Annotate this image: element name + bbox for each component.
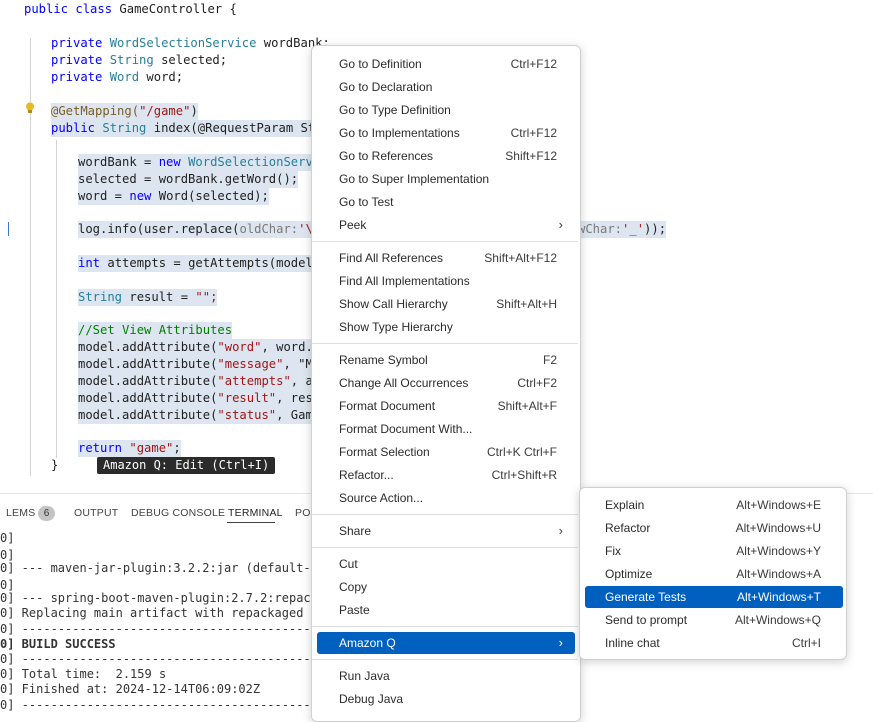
tab-debug-console[interactable]: DEBUG CONSOLE [131, 507, 225, 519]
chevron-right-icon: › [558, 217, 563, 232]
menu-item-find-all-references[interactable]: Find All References Shift+Alt+F12 [317, 247, 575, 269]
submenu-item-fix[interactable]: Fix Alt+Windows+Y [585, 540, 843, 562]
problems-count-badge: 6 [38, 506, 55, 521]
menu-item-change-all-occurrences[interactable]: Change All Occurrences Ctrl+F2 [317, 372, 575, 394]
menu-item-go-to-super-implementation[interactable]: Go to Super Implementation [317, 168, 575, 190]
code-line: model.addAttribute("word", word.ge [78, 339, 328, 356]
menu-item-debug-java[interactable]: Debug Java [317, 688, 575, 710]
menu-item-go-to-implementations[interactable]: Go to Implementations Ctrl+F12 [317, 122, 575, 144]
terminal-line: 0] Replacing main artifact with repackag… [0, 606, 355, 620]
menu-item-format-selection[interactable]: Format Selection Ctrl+K Ctrl+F [317, 441, 575, 463]
menu-item-run-java[interactable]: Run Java [317, 665, 575, 687]
menu-separator [312, 343, 578, 344]
menu-separator [312, 659, 578, 660]
submenu-item-refactor[interactable]: Refactor Alt+Windows+U [585, 517, 843, 539]
terminal-line: 0] [0, 531, 15, 545]
menu-item-format-document-with[interactable]: Format Document With... [317, 418, 575, 440]
code-line: wordBank = new WordSelectionServic [78, 154, 328, 171]
menu-item-share[interactable]: Share › [317, 520, 575, 542]
submenu-item-explain[interactable]: Explain Alt+Windows+E [585, 494, 843, 516]
menu-item-go-to-definition[interactable]: Go to Definition Ctrl+F12 [317, 53, 575, 75]
menu-separator [312, 241, 578, 242]
terminal-line: 0] -------------------------------------… [0, 698, 362, 712]
code-line: return "game"; [78, 440, 181, 457]
menu-item-copy[interactable]: Copy [317, 576, 575, 598]
menu-item-amazon-q[interactable]: Amazon Q › [317, 632, 575, 654]
code-line: model.addAttribute("attempts", att [78, 373, 328, 390]
code-line-tail: wChar:'_')); [578, 221, 667, 238]
code-line: private Word word; [51, 70, 184, 84]
tab-output[interactable]: OUTPUT [74, 507, 118, 519]
code-line: model.addAttribute("message", "Mak [78, 356, 328, 373]
menu-item-source-action[interactable]: Source Action... [317, 487, 575, 509]
submenu-item-optimize[interactable]: Optimize Alt+Windows+A [585, 563, 843, 585]
indent-guide [56, 140, 57, 458]
code-line: model.addAttribute("result", resul [78, 390, 328, 407]
code-line: model.addAttribute("status", GameS [78, 407, 328, 424]
menu-item-rename-symbol[interactable]: Rename Symbol F2 [317, 349, 575, 371]
menu-item-refactor[interactable]: Refactor... Ctrl+Shift+R [317, 464, 575, 486]
submenu-item-inline-chat[interactable]: Inline chat Ctrl+I [585, 632, 843, 654]
submenu-item-generate-tests[interactable]: Generate Tests Alt+Windows+T [585, 586, 843, 608]
menu-item-go-to-test[interactable]: Go to Test [317, 191, 575, 213]
chevron-right-icon: › [558, 523, 563, 538]
menu-item-go-to-declaration[interactable]: Go to Declaration [317, 76, 575, 98]
menu-separator [312, 626, 578, 627]
editor-context-menu: Go to Definition Ctrl+F12 Go to Declarati… [311, 45, 581, 722]
code-line: private WordSelectionService wordBank; [51, 36, 330, 50]
menu-item-show-type-hierarchy[interactable]: Show Type Hierarchy [317, 316, 575, 338]
submenu-item-send-to-prompt[interactable]: Send to prompt Alt+Windows+Q [585, 609, 843, 631]
terminal-line: 0] Finished at: 2024-12-14T06:09:02Z [0, 682, 261, 696]
menu-item-go-to-type-definition[interactable]: Go to Type Definition [317, 99, 575, 121]
code-line: private String selected; [51, 53, 228, 67]
tab-problems[interactable]: LEMS [6, 507, 35, 519]
code-line: int attempts = getAttempts(model); [78, 255, 328, 272]
code-line: public class GameController { [24, 2, 237, 16]
change-marker [8, 222, 9, 236]
menu-item-show-call-hierarchy[interactable]: Show Call Hierarchy Shift+Alt+H [317, 293, 575, 315]
chevron-right-icon: › [558, 635, 563, 650]
amazon-q-edit-hint[interactable]: Amazon Q: Edit (Ctrl+I) [97, 457, 276, 474]
code-line: word = new Word(selected); [78, 188, 269, 205]
code-line: log.info(user.replace(oldChar:'\n' [78, 221, 313, 238]
active-tab-indicator [227, 522, 275, 523]
code-line: String result = ""; [78, 289, 218, 306]
menu-item-paste[interactable]: Paste [317, 599, 575, 621]
lightbulb-icon[interactable] [25, 102, 35, 114]
menu-item-cut[interactable]: Cut [317, 553, 575, 575]
menu-item-find-all-implementations[interactable]: Find All Implementations [317, 270, 575, 292]
code-line: selected = wordBank.getWord(); [78, 171, 299, 188]
tab-terminal[interactable]: TERMINAL [228, 507, 283, 519]
menu-separator [312, 514, 578, 515]
code-line: } [51, 458, 59, 472]
code-line: @GetMapping("/game") [51, 103, 198, 120]
menu-item-peek[interactable]: Peek › [317, 214, 575, 236]
menu-item-go-to-references[interactable]: Go to References Shift+F12 [317, 145, 575, 167]
menu-separator [312, 547, 578, 548]
amazon-q-submenu: Explain Alt+Windows+E Refactor Alt+Windows… [579, 487, 847, 660]
terminal-line: 0] --- maven-jar-plugin:3.2.2:jar (defau… [0, 561, 355, 575]
menu-item-format-document[interactable]: Format Document Shift+Alt+F [317, 395, 575, 417]
code-line: public String index(@RequestParam Stri [51, 120, 330, 137]
code-line: //Set View Attributes [78, 322, 233, 339]
